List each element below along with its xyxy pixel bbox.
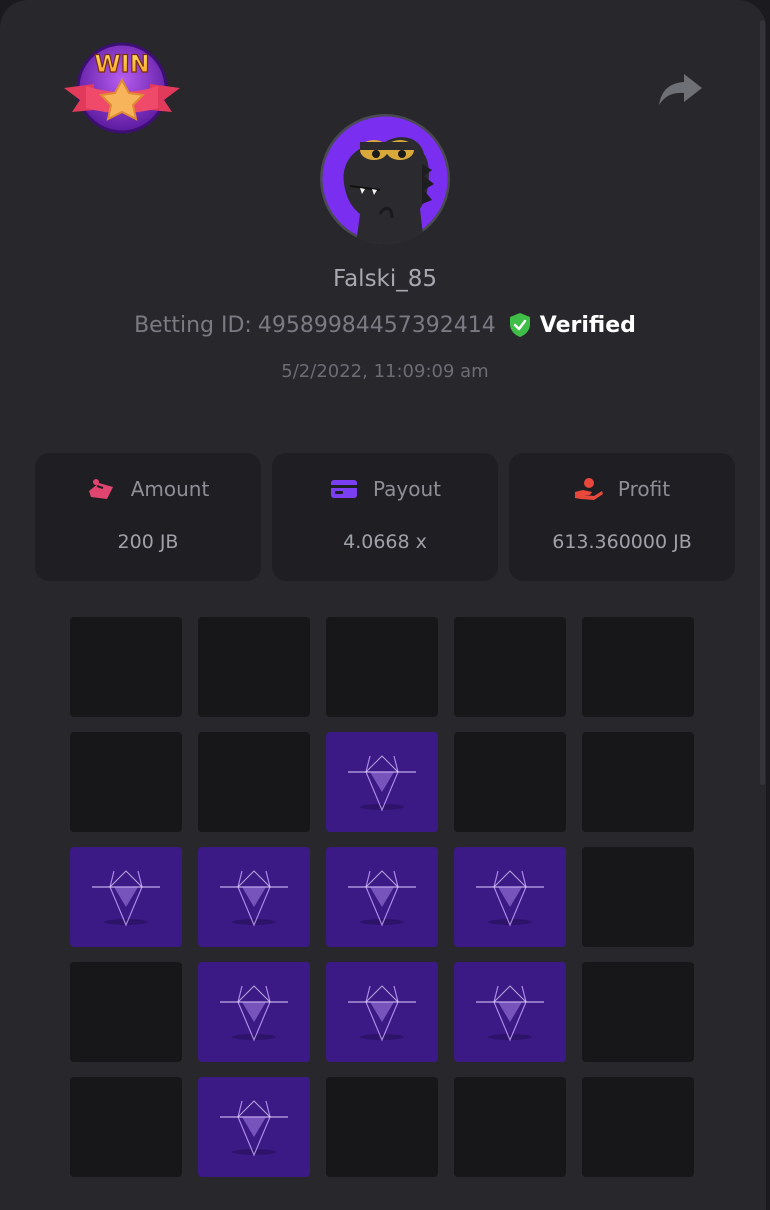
diamond-gem-icon: [220, 1100, 288, 1157]
board-tile-empty[interactable]: [454, 732, 566, 832]
board-tile-empty[interactable]: [198, 617, 310, 717]
board-tile-empty[interactable]: [70, 732, 182, 832]
verified-shield-icon: [509, 313, 530, 337]
player-avatar: [320, 114, 450, 244]
player-username: Falski_85: [332, 266, 438, 292]
board-tile-gem[interactable]: [326, 962, 438, 1062]
mines-board: [70, 617, 694, 1177]
amount-label: Amount: [130, 477, 210, 501]
board-tile-empty[interactable]: [582, 847, 694, 947]
diamond-gem-icon: [348, 870, 416, 927]
board-tile-empty[interactable]: [454, 617, 566, 717]
card-icon: [330, 480, 357, 498]
board-tile-gem[interactable]: [70, 847, 182, 947]
share-arrow-icon[interactable]: [656, 70, 704, 110]
board-tile-empty[interactable]: [70, 962, 182, 1062]
board-tile-gem[interactable]: [326, 732, 438, 832]
profit-label: Profit: [617, 477, 671, 501]
bet-timestamp: 5/2/2022, 11:09:09 am: [281, 361, 489, 382]
board-tile-empty[interactable]: [582, 962, 694, 1062]
profit-card: Profit 613.360000 JB: [509, 453, 735, 581]
profit-value: 613.360000 JB: [552, 531, 692, 553]
diamond-gem-icon: [220, 985, 288, 1042]
diamond-gem-icon: [476, 870, 544, 927]
diamond-gem-icon: [476, 985, 544, 1042]
payout-value: 4.0668 x: [343, 531, 427, 553]
board-tile-empty[interactable]: [198, 732, 310, 832]
verified-label: Verified: [539, 312, 636, 338]
board-tile-gem[interactable]: [198, 962, 310, 1062]
amount-value: 200 JB: [117, 531, 179, 553]
win-badge-logo: WIN: [64, 42, 180, 134]
board-tile-gem[interactable]: [326, 847, 438, 947]
board-tile-gem[interactable]: [454, 847, 566, 947]
payout-card: Payout 4.0668 x: [272, 453, 498, 581]
diamond-gem-icon: [92, 870, 160, 927]
board-tile-empty[interactable]: [70, 617, 182, 717]
win-badge-text: WIN: [94, 50, 150, 78]
hand-coin-icon: [574, 478, 603, 500]
betting-id-row: Betting ID: 49589984457392414 Verified: [0, 312, 770, 338]
scrollbar[interactable]: [760, 20, 765, 785]
board-tile-empty[interactable]: [326, 1077, 438, 1177]
diamond-gem-icon: [348, 755, 416, 812]
board-tile-empty[interactable]: [454, 1077, 566, 1177]
board-tile-empty[interactable]: [582, 732, 694, 832]
bet-chips-icon: [88, 479, 113, 499]
payout-label: Payout: [372, 477, 441, 501]
board-tile-gem[interactable]: [198, 847, 310, 947]
board-tile-empty[interactable]: [582, 1077, 694, 1177]
diamond-gem-icon: [348, 985, 416, 1042]
board-tile-gem[interactable]: [454, 962, 566, 1062]
board-tile-gem[interactable]: [198, 1077, 310, 1177]
board-tile-empty[interactable]: [70, 1077, 182, 1177]
board-tile-empty[interactable]: [326, 617, 438, 717]
diamond-gem-icon: [220, 870, 288, 927]
amount-card: Amount 200 JB: [35, 453, 261, 581]
board-tile-empty[interactable]: [582, 617, 694, 717]
betting-id-label: Betting ID:: [134, 312, 252, 338]
betting-id-value: 49589984457392414: [257, 312, 496, 338]
